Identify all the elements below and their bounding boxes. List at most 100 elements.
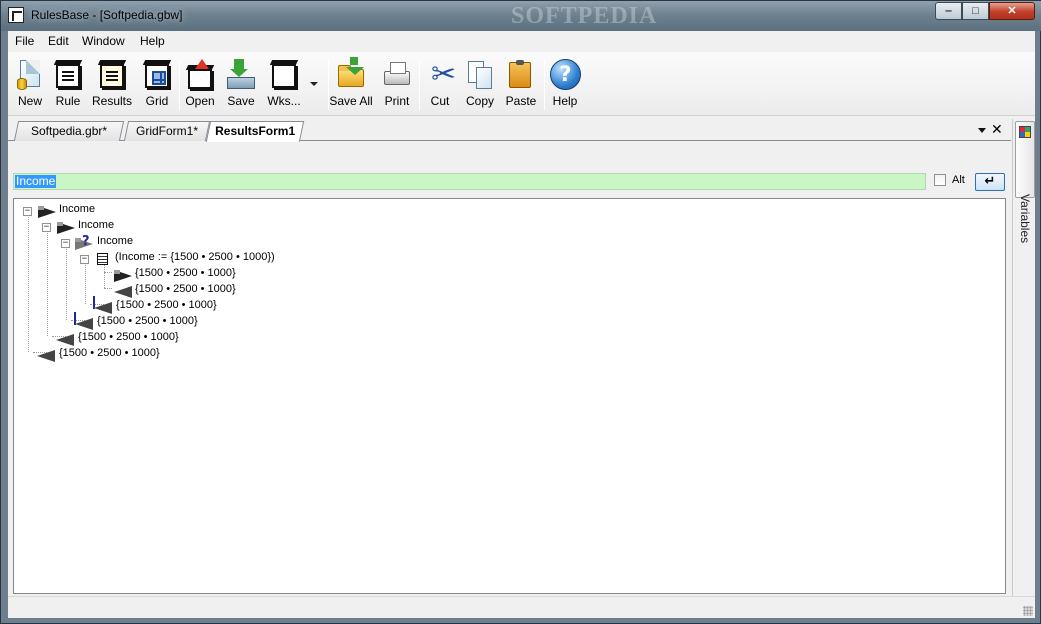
tree-node[interactable]: {1500 • 2500 • 1000}	[135, 265, 236, 281]
variables-icon	[1019, 126, 1031, 138]
input-arrow-icon	[38, 206, 56, 218]
document-tabs: Softpedia.gbr* GridForm1* ResultsForm1	[8, 119, 1011, 142]
tree-connector	[104, 288, 112, 289]
save-button[interactable]: Save	[219, 58, 263, 112]
menu-window[interactable]: Window	[82, 34, 125, 48]
save-all-label: Save All	[329, 94, 373, 108]
tree-node[interactable]: {1500 • 2500 • 1000}	[135, 281, 236, 297]
results-button[interactable]: Results	[90, 58, 134, 112]
tree-expander[interactable]: −	[42, 223, 51, 232]
tree-node[interactable]: {1500 • 2500 • 1000}	[59, 345, 160, 361]
question-icon: ?	[82, 234, 90, 249]
tree-connector	[104, 272, 112, 273]
tab-softpedia-gbr[interactable]: Softpedia.gbr*	[13, 121, 125, 141]
menu-bar: File Edit Window Help	[8, 31, 1035, 51]
variables-dock-tab[interactable]: Variables	[1015, 121, 1035, 243]
paste-button[interactable]: Paste	[499, 58, 543, 112]
variables-label: Variables	[1018, 194, 1032, 244]
grid-button[interactable]: Grid	[135, 58, 179, 112]
app-window: RulesBase - [Softpedia.gbw] SOFTPEDIA ‒ …	[0, 0, 1041, 624]
tree-connector	[28, 212, 29, 352]
tree-node[interactable]: {1500 • 2500 • 1000}	[116, 297, 217, 313]
save-icon	[226, 59, 256, 91]
save-all-button[interactable]: Save All	[329, 57, 373, 112]
statement-icon	[97, 253, 108, 265]
tab-gridform1[interactable]: GridForm1*	[123, 121, 211, 141]
printer-icon	[382, 59, 412, 91]
tab-label: Softpedia.gbr*	[30, 124, 108, 138]
paste-label: Paste	[505, 94, 537, 108]
tab-label: ResultsForm1	[215, 124, 296, 138]
rule-label: Rule	[55, 94, 81, 108]
wks-button[interactable]: Wks...	[262, 58, 306, 112]
menu-help[interactable]: Help	[140, 34, 165, 48]
new-document-icon	[15, 59, 45, 91]
tree-node[interactable]: Income	[59, 201, 95, 217]
tree-expander[interactable]: −	[80, 255, 89, 264]
input-arrow-icon	[114, 270, 132, 282]
tree-connector	[85, 260, 86, 304]
tree-expander[interactable]: −	[23, 207, 32, 216]
help-button[interactable]: ? Help	[543, 58, 587, 112]
expression-value: Income	[15, 174, 57, 188]
tab-label: GridForm1*	[135, 124, 198, 138]
enter-button[interactable]: ↵	[975, 173, 1005, 191]
cut-label: Cut	[430, 94, 450, 108]
help-icon: ?	[550, 59, 581, 91]
results-icon	[97, 59, 127, 91]
resize-grip-icon[interactable]	[1023, 606, 1033, 616]
wks-label: Wks...	[267, 94, 301, 108]
tree-expander[interactable]: −	[61, 239, 70, 248]
results-label: Results	[91, 94, 132, 108]
client-area: File Edit Window Help New Rule Results G…	[8, 31, 1035, 618]
input-arrow-icon	[57, 222, 75, 234]
tree-node[interactable]: (Income := {1500 • 2500 • 1000})	[115, 249, 275, 265]
right-dock: Variables	[1012, 119, 1035, 618]
paste-clipboard-icon	[506, 59, 536, 91]
rule-button[interactable]: Rule	[46, 58, 90, 112]
copy-icon	[465, 59, 495, 91]
status-bar	[8, 596, 1035, 618]
wks-dropdown-arrow-icon[interactable]	[310, 82, 318, 86]
close-tab-icon[interactable]: ✕	[991, 122, 1003, 138]
help-label: Help	[552, 94, 578, 108]
alt-label: Alt	[952, 174, 965, 186]
tree-node[interactable]: {1500 • 2500 • 1000}	[78, 329, 179, 345]
open-icon	[185, 59, 215, 91]
menu-edit[interactable]: Edit	[48, 34, 69, 48]
alt-checkbox[interactable]	[934, 174, 946, 186]
rule-icon	[53, 59, 83, 91]
print-button[interactable]: Print	[375, 58, 419, 112]
tree-connector	[47, 228, 48, 336]
grid-icon	[142, 59, 172, 91]
save-all-icon	[336, 57, 366, 91]
workspace-icon	[269, 59, 299, 91]
close-button[interactable]: ✕	[989, 2, 1035, 20]
maximize-button[interactable]: □	[962, 2, 989, 20]
toolbar: New Rule Results Grid Open Save Wks... S…	[8, 52, 1035, 116]
tab-list-dropdown-icon[interactable]	[978, 128, 986, 133]
save-label: Save	[227, 94, 255, 108]
results-tree[interactable]: − Income − Income − ? Income − (Income :…	[13, 198, 1006, 594]
caption-buttons: ‒ □ ✕	[935, 2, 1035, 20]
watermark-logo: SOFTPEDIA	[511, 3, 658, 29]
tree-node[interactable]: {1500 • 2500 • 1000}	[97, 313, 198, 329]
window-title: RulesBase - [Softpedia.gbw]	[31, 8, 183, 22]
minimize-button[interactable]: ‒	[935, 2, 962, 20]
output-arrow-icon	[37, 350, 55, 362]
app-icon[interactable]	[8, 7, 24, 23]
open-label: Open	[185, 94, 215, 108]
tree-node[interactable]: Income	[78, 217, 114, 233]
open-button[interactable]: Open	[178, 58, 222, 112]
expression-input[interactable]: Income	[13, 173, 926, 190]
print-label: Print	[384, 94, 410, 108]
copy-button[interactable]: Copy	[458, 58, 502, 112]
tab-resultsform1[interactable]: ResultsForm1	[205, 121, 305, 142]
copy-label: Copy	[465, 94, 494, 108]
menu-file[interactable]: File	[15, 34, 34, 48]
grid-label: Grid	[145, 94, 169, 108]
cut-button[interactable]: ✂ Cut	[418, 58, 462, 112]
title-bar[interactable]: RulesBase - [Softpedia.gbw] SOFTPEDIA ‒ …	[1, 1, 1041, 31]
tree-connector	[66, 244, 67, 320]
tree-node[interactable]: Income	[97, 233, 133, 249]
